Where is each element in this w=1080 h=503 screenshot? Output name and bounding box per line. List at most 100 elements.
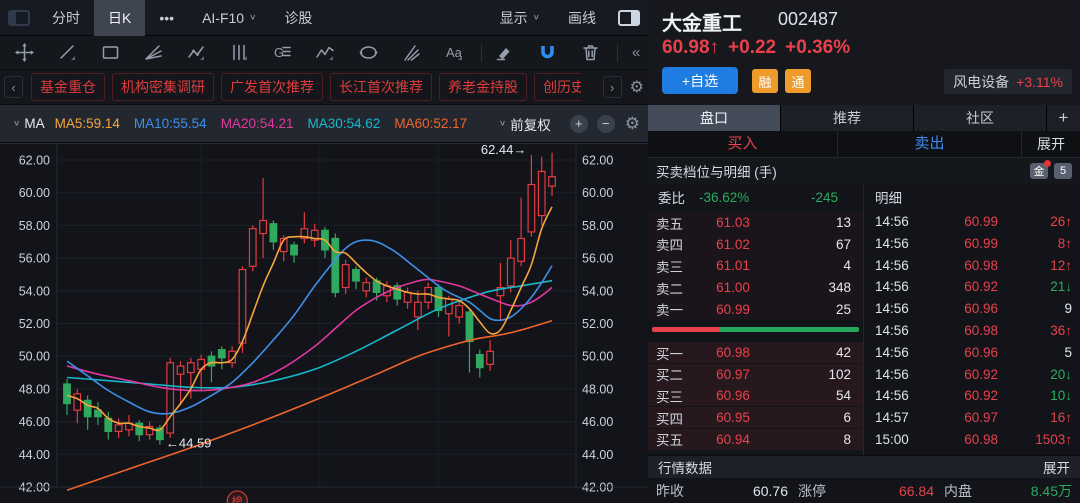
stock-tag[interactable]: 广发首次推荐 [221,73,323,101]
left-panel-toggle-icon[interactable] [8,10,30,26]
tab-order-book[interactable]: 盘口 [648,105,781,131]
weibi-label: 委比 [658,187,685,207]
candlestick-chart[interactable]: 62.0062.0060.0060.0058.0058.0056.0056.00… [0,143,648,503]
expand-trade-button[interactable]: 展开 [1022,134,1080,154]
gann-tool-icon[interactable]: .s{fill:none;stroke:#959eae;stroke-width… [272,42,293,63]
gold-badge[interactable]: 金 [1030,163,1048,179]
y-axis-label-right: 56.00 [582,252,613,266]
fan-lines-tool-icon[interactable]: .s{fill:none;stroke:#959eae;stroke-width… [143,42,164,63]
tags-next-button[interactable]: › [603,76,622,98]
adjust-mode-label[interactable]: 前复权 [510,114,551,134]
tab-day-k[interactable]: 日K [94,0,145,36]
y-axis-label-left: 46.00 [19,415,50,429]
trade-volume: 1503↑ [1035,432,1072,447]
diagnose-stock-button[interactable]: 诊股 [270,0,326,36]
ask-row[interactable]: 卖一60.9925 [648,299,863,320]
connect-badge[interactable]: 通 [785,69,811,93]
tab-minute-chart[interactable]: 分时 [38,0,94,36]
text-tool-icon[interactable]: .s{fill:none;stroke:#959eae;stroke-width… [444,42,465,63]
level-label: 卖五 [656,213,698,233]
chevron-down-icon[interactable]: ∨ [499,119,506,128]
y-axis-label-right: 52.00 [582,317,613,331]
more-periods-button[interactable]: ••• [145,0,188,36]
stock-tag[interactable]: 长江首次推荐 [330,73,432,101]
market-stat: 涨停66.84 [798,481,944,501]
move-tool-icon[interactable]: .s{fill:none;stroke:#959eae;stroke-width… [14,42,35,63]
wave-tool-icon[interactable]: .s{fill:none;stroke:#959eae;stroke-width… [315,42,336,63]
candle-body-down [291,245,298,255]
sector-name: 风电设备 [953,72,1009,92]
bid-row[interactable]: 买一60.9842 [648,342,863,363]
vertical-lines-tool-icon[interactable]: .s{fill:none;stroke:#959eae;stroke-width… [229,42,250,63]
level-price: 60.97 [698,367,768,382]
bid-row[interactable]: 买五60.948 [648,429,863,450]
add-tab-plus-icon[interactable]: + [1047,105,1080,131]
marker-tool-icon[interactable]: .s{fill:none;stroke:#959eae;stroke-width… [494,42,515,63]
polyline-tool-icon[interactable]: .s{fill:none;stroke:#959eae;stroke-width… [186,42,207,63]
stock-tag[interactable]: 基金重仓 [31,73,105,101]
stat-value: 60.76 [753,483,788,499]
zoom-in-button[interactable]: + [570,115,588,133]
ellipse-tool-icon[interactable]: .s{fill:none;stroke:#959eae;stroke-width… [358,42,379,63]
line-tool-icon[interactable]: .s{fill:none;stroke:#959eae;stroke-width… [57,42,78,63]
tab-community[interactable]: 社区 [914,105,1047,131]
five-level-badge[interactable]: 5 [1054,163,1072,179]
level-price: 60.94 [698,432,768,447]
level-volume: 42 [836,345,851,360]
trade-detail-row: 14:5660.9812↑ [863,255,1080,276]
ask-row[interactable]: 卖三61.014 [648,255,863,276]
bid-row[interactable]: 买三60.9654 [648,385,863,406]
trade-time: 14:56 [875,258,909,273]
trash-tool-icon[interactable]: .s{fill:none;stroke:#959eae;stroke-width… [580,42,601,63]
fork-lines-tool-icon[interactable]: .s{fill:none;stroke:#959eae;stroke-width… [401,42,422,63]
sector-chip[interactable]: 风电设备 +3.11% [944,69,1072,94]
ask-row[interactable]: 卖四61.0267 [648,234,863,255]
ma-title: MA [24,116,44,131]
y-axis-label-left: 56.00 [19,252,50,266]
ask-row[interactable]: 卖五61.0313 [648,212,863,233]
expand-market-button[interactable]: 展开 [1043,457,1070,477]
ratio-green-segment [720,327,859,332]
trade-time: 14:56 [875,367,909,382]
y-axis-label-left: 60.00 [19,186,50,200]
indicator-settings-gear-icon[interactable]: ⚙ [625,114,640,134]
bid-row[interactable]: 买二60.97102 [648,364,863,385]
tags-prev-button[interactable]: ‹ [4,76,23,98]
market-stat: 昨收60.76 [648,481,798,501]
tab-recommend[interactable]: 推荐 [781,105,914,131]
draw-line-button[interactable]: 画线 [554,0,610,36]
ask-row[interactable]: 卖二61.00348 [648,277,863,298]
candle-body-down [219,350,226,358]
rect-tool-icon[interactable]: .s{fill:none;stroke:#959eae;stroke-width… [100,42,121,63]
candle-body-down [208,356,215,366]
right-panel-toggle-icon[interactable] [618,10,640,26]
stock-tag[interactable]: 养老金持股 [439,73,527,101]
collapse-toolbar-icon[interactable]: « [632,44,640,61]
add-watchlist-button[interactable]: +自选 [662,67,738,94]
y-axis-label-left: 48.00 [19,382,50,396]
chevron-down-icon[interactable]: ∨ [13,119,20,128]
y-axis-label-right: 50.00 [582,350,613,364]
stock-tag[interactable]: 创历史新高 [534,73,581,101]
zoom-out-button[interactable]: − [597,115,615,133]
trade-price: 60.96 [964,345,998,360]
buy-tab[interactable]: 买入 [648,131,838,157]
margin-badge[interactable]: 融 [752,69,778,93]
trade-detail-list[interactable]: 14:5660.9926↑14:5660.998↑14:5660.9812↑14… [863,210,1080,455]
trade-time: 14:56 [875,345,909,360]
level-volume: 348 [828,280,851,295]
trade-detail-row: 14:5660.9220↓ [863,364,1080,385]
candle-body-up [363,283,370,291]
display-dropdown[interactable]: 显示∨ [486,0,554,36]
candle-body-up [239,270,246,344]
sell-tab[interactable]: 卖出 [838,131,1022,157]
ai-f10-dropdown[interactable]: AI-F10∨ [188,0,270,36]
bid-row[interactable]: 买四60.956 [648,407,863,428]
magnet-tool-icon[interactable]: .s{fill:none;stroke:#959eae;stroke-width… [537,42,558,63]
price-row: 60.98↑+0.22+0.36% [662,37,859,59]
stock-tag[interactable]: 机构密集调研 [112,73,214,101]
drawing-toolbar: .s{fill:none;stroke:#959eae;stroke-width… [0,36,648,70]
tags-settings-gear-icon[interactable]: ⚙ [630,77,644,97]
ai-f10-label: AI-F10 [202,10,244,26]
candle-body-up [538,171,545,215]
